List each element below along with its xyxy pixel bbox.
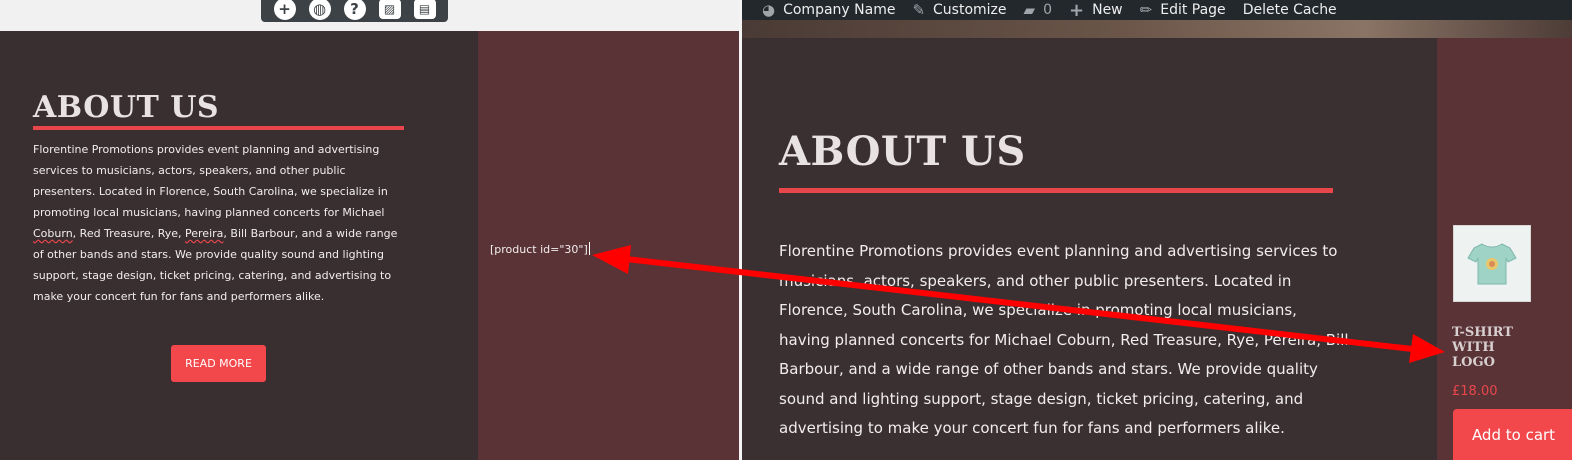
comments-count: 0 — [1043, 2, 1052, 18]
delete-cache-label: Delete Cache — [1242, 2, 1337, 18]
new-label: New — [1092, 2, 1123, 18]
product-shortcode-text[interactable]: [product id="30"] — [490, 242, 590, 256]
globe-icon[interactable]: ◍ — [308, 0, 331, 20]
product-price: £18.00 — [1452, 384, 1498, 399]
product-title[interactable]: T-SHIRT WITH LOGO — [1452, 325, 1532, 370]
pencil-icon: ✏ — [1139, 1, 1153, 19]
spellcheck-word: Coburn — [33, 227, 73, 240]
admin-bar-edit-page[interactable]: ✏ Edit Page — [1140, 1, 1226, 19]
editor-pane: + ◍ ? ▨ ▤ ABOUT US Florentine Promotions… — [0, 0, 740, 460]
brush-icon: ✎ — [912, 1, 926, 19]
editor-heading[interactable]: ABOUT US — [33, 90, 219, 125]
plus-icon[interactable]: + — [273, 0, 296, 20]
customize-label: Customize — [933, 2, 1007, 18]
image-icon[interactable]: ▨ — [378, 0, 401, 19]
edit-page-label: Edit Page — [1160, 2, 1226, 18]
paragraph-text: Florentine Promotions provides event pla… — [33, 143, 388, 219]
text-caret — [588, 242, 590, 255]
dashboard-icon: ◕ — [762, 1, 776, 19]
tshirt-icon — [1467, 242, 1517, 284]
product-thumbnail[interactable] — [1453, 225, 1531, 302]
help-icon[interactable]: ? — [343, 0, 366, 20]
preview-pane: ◕ Company Name ✎ Customize ▰ 0 + New ✏ E… — [742, 0, 1572, 460]
site-name-label: Company Name — [783, 2, 896, 18]
admin-bar-delete-cache[interactable]: Delete Cache — [1243, 2, 1337, 18]
header-image-strip — [742, 20, 1572, 38]
plus-icon: + — [1069, 0, 1085, 21]
shortcode-value: [product id="30"] — [490, 243, 588, 256]
add-to-cart-button[interactable]: Add to cart — [1453, 409, 1572, 460]
editor-toolbar: + ◍ ? ▨ ▤ — [261, 0, 448, 22]
spellcheck-word: Pereira — [185, 227, 224, 240]
editor-heading-rule — [33, 126, 404, 130]
preview-heading-rule — [779, 188, 1333, 193]
layout-icon[interactable]: ▤ — [413, 0, 436, 19]
comment-icon: ▰ — [1023, 1, 1036, 19]
admin-bar-site-name[interactable]: ◕ Company Name — [762, 1, 895, 19]
admin-bar-new[interactable]: + New — [1069, 0, 1123, 21]
preview-heading: ABOUT US — [779, 128, 1026, 175]
read-more-button[interactable]: READ MORE — [171, 345, 266, 382]
editor-paragraph[interactable]: Florentine Promotions provides event pla… — [33, 139, 408, 307]
admin-bar-customize[interactable]: ✎ Customize — [912, 1, 1006, 19]
admin-bar-comments[interactable]: ▰ 0 — [1024, 1, 1052, 19]
admin-bar: ◕ Company Name ✎ Customize ▰ 0 + New ✏ E… — [742, 0, 1572, 21]
preview-paragraph: Florentine Promotions provides event pla… — [779, 242, 1349, 437]
paragraph-text: , Red Treasure, Rye, — [72, 227, 186, 240]
